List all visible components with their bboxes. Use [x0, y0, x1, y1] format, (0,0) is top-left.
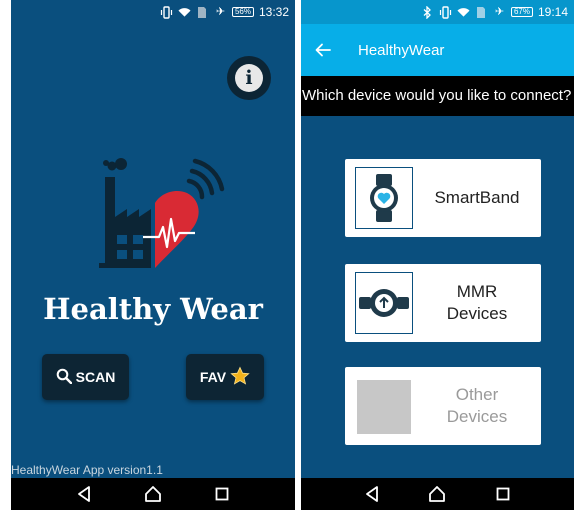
app-title: Healthy Wear — [43, 292, 263, 326]
search-icon — [56, 368, 72, 387]
star-icon — [230, 366, 250, 389]
fav-button-label: FAV — [199, 369, 227, 385]
recents-nav-button[interactable] — [211, 483, 233, 505]
home-nav-button[interactable] — [142, 483, 164, 505]
smartwatch-heart-icon — [355, 167, 413, 229]
scan-button[interactable]: SCAN — [42, 354, 129, 400]
version-text: HealthyWear App version1.1 — [11, 463, 163, 477]
connect-prompt: Which device would you like to connect? — [301, 76, 574, 116]
wifi-icon — [457, 6, 470, 19]
mmr-devices-label: MMR Devices — [446, 282, 508, 323]
airplane-icon: ✈ — [215, 5, 226, 18]
smartband-label: SmartBand — [434, 188, 520, 207]
navigation-bar — [11, 478, 295, 510]
airplane-icon: ✈ — [494, 5, 505, 18]
clock: 19:14 — [537, 5, 568, 19]
bluetooth-icon — [421, 5, 434, 19]
status-bar: ✈ 56% 13:32 — [11, 0, 295, 24]
mmr-sensor-icon — [355, 272, 413, 334]
app-bar: HealthyWear — [301, 24, 574, 76]
back-arrow-icon[interactable] — [301, 24, 345, 76]
wifi-icon — [178, 6, 191, 19]
fav-button[interactable]: FAV — [186, 354, 264, 400]
placeholder-image — [357, 380, 411, 434]
vibrate-icon — [160, 5, 173, 19]
other-devices-label: Other Devices — [446, 385, 508, 426]
scan-button-label: SCAN — [75, 369, 116, 385]
back-nav-button[interactable] — [73, 483, 95, 505]
battery-indicator: 56% — [231, 7, 254, 17]
navigation-bar — [301, 478, 574, 510]
mmr-devices-button[interactable]: MMR Devices — [345, 264, 541, 342]
info-button[interactable]: i — [227, 56, 271, 100]
info-icon: i — [235, 64, 263, 92]
status-bar: ✈ 67% 19:14 — [301, 0, 574, 24]
other-devices-button[interactable]: Other Devices — [345, 367, 541, 445]
battery-indicator: 67% — [510, 7, 533, 17]
home-screen: ✈ 56% 13:32 i Healthy Wear SCAN FAV Heal… — [11, 0, 295, 510]
sim-icon — [196, 6, 209, 19]
back-nav-button[interactable] — [361, 483, 383, 505]
sim-icon — [475, 6, 488, 19]
clock: 13:32 — [258, 5, 289, 19]
smartband-button[interactable]: SmartBand — [345, 159, 541, 237]
app-logo — [91, 155, 231, 275]
home-nav-button[interactable] — [426, 483, 448, 505]
app-bar-title: HealthyWear — [358, 41, 445, 59]
recents-nav-button[interactable] — [492, 483, 514, 505]
vibrate-icon — [439, 5, 452, 19]
device-select-screen: ✈ 67% 19:14 HealthyWear Which device wou… — [301, 0, 574, 510]
